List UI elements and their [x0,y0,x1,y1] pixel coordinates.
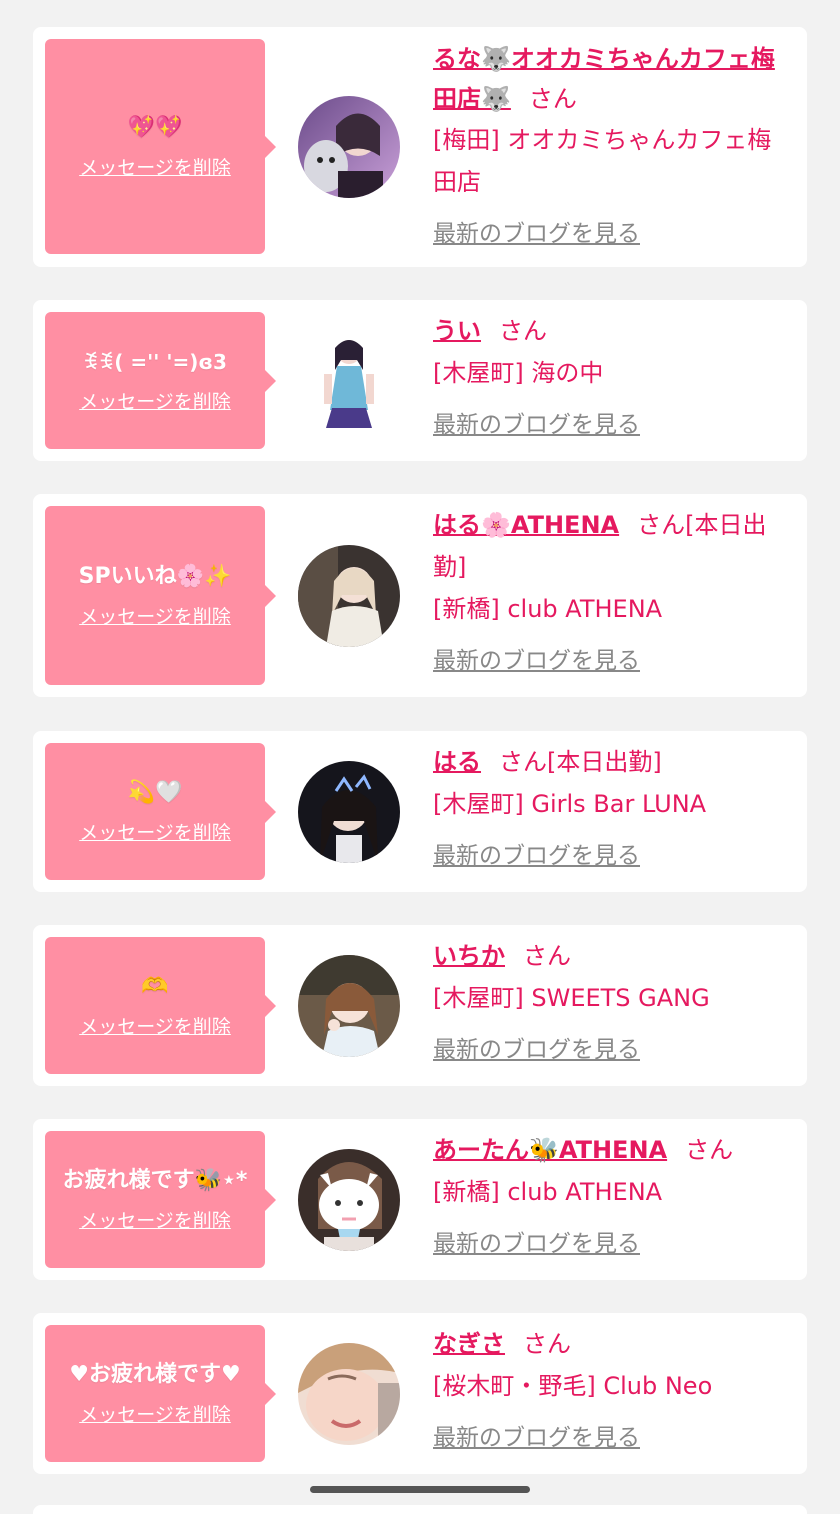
view-blog-link[interactable]: 最新のブログを見る [433,1223,640,1265]
member-suffix: さん [523,1330,571,1358]
home-indicator[interactable] [310,1486,530,1493]
message-text: 🫶 [141,973,169,999]
message-text: 💫🤍 [127,779,183,805]
avatar-photo [298,1343,400,1445]
shop-name: [新橋] club ATHENA [433,1178,663,1206]
member-info: はる さん[本日出勤] [木屋町] Girls Bar LUNA 最新のブログを見… [433,741,793,877]
shop-name: [木屋町] 海の中 [433,359,604,387]
avatar[interactable] [312,330,386,432]
shop-name: [木屋町] Girls Bar LUNA [433,790,707,818]
list-item: 💫🤍 メッセージを削除 はる さん[本日出勤] [木屋町] Girls Bar L… [33,731,807,892]
list-item: SPいいね🌸✨ メッセージを削除 はる🌸ATHENA さん[本日出勤] [新橋] … [33,494,807,697]
message-bubble: 💖💖 メッセージを削除 [45,39,276,254]
delete-message-link[interactable]: メッセージを削除 [79,604,231,630]
member-name-link[interactable]: いちか [433,942,505,970]
message-bubble: ꉂꉂ( ='' '=)ɞ3 メッセージを削除 [45,312,276,449]
avatar[interactable] [298,761,400,863]
member-info: あーたん🐝ATHENA さん [新橋] club ATHENA 最新のブログを見る [433,1129,793,1265]
delete-message-link[interactable]: メッセージを削除 [79,820,231,846]
list-item: 💖💖 メッセージを削除 るな🐺オオカミちゃんカフェ梅田店🐺 さん [梅田] オオ… [33,27,807,267]
member-info: るな🐺オオカミちゃんカフェ梅田店🐺 さん [梅田] オオカミちゃんカフェ梅田店 最… [433,39,793,255]
avatar-photo [298,955,400,1057]
message-bubble: SPいいね🌸✨ メッセージを削除 [45,506,276,685]
avatar[interactable] [298,545,400,647]
shop-name: [桜木町・野毛] Club Neo [433,1372,713,1400]
view-blog-link[interactable]: 最新のブログを見る [433,1417,640,1459]
avatar-photo [298,1149,400,1251]
member-suffix: さん[本日出勤] [499,748,662,776]
member-suffix: さん [499,317,547,345]
member-name-link[interactable]: うい [433,317,481,345]
view-blog-link[interactable]: 最新のブログを見る [433,213,640,255]
view-blog-link[interactable]: 最新のブログを見る [433,640,640,682]
delete-message-link[interactable]: メッセージを削除 [79,1402,231,1428]
avatar[interactable] [298,1149,400,1251]
list-item: ♥お疲れ様です♥ メッセージを削除 なぎさ さん [桜木町・野毛] Club Ne… [33,1313,807,1474]
member-name-link[interactable]: あーたん🐝ATHENA [433,1136,667,1164]
delete-message-link[interactable]: メッセージを削除 [79,1014,231,1040]
member-name-link[interactable]: はる🌸ATHENA [433,511,619,539]
list-item: 🫶 メッセージを削除 いちか さん [木屋町] SWEETS GANG 最新のブロ… [33,925,807,1086]
shop-name: [木屋町] SWEETS GANG [433,984,710,1012]
member-suffix: さん [523,942,571,970]
message-text: お疲れ様です🐝⋆* [62,1167,248,1193]
message-text: SPいいね🌸✨ [78,563,232,589]
member-name-link[interactable]: はる [433,748,481,776]
delete-message-link[interactable]: メッセージを削除 [79,155,231,181]
message-text: 💖💖 [127,114,183,140]
message-bubble: お疲れ様です🐝⋆* メッセージを削除 [45,1131,276,1268]
member-name-link[interactable]: なぎさ [433,1330,505,1358]
message-bubble: 💫🤍 メッセージを削除 [45,743,276,880]
view-blog-link[interactable]: 最新のブログを見る [433,1029,640,1071]
list-item: お疲れ様です🐝⋆* メッセージを削除 あーたん🐝ATHENA さん [新橋] cl… [33,1119,807,1280]
member-info: なぎさ さん [桜木町・野毛] Club Neo 最新のブログを見る [433,1323,793,1459]
member-suffix: さん [528,85,577,113]
view-blog-link[interactable]: 最新のブログを見る [433,404,640,446]
avatar-photo [298,545,400,647]
avatar-photo [312,330,386,432]
shop-name: [梅田] オオカミちゃんカフェ梅田店 [433,126,772,196]
avatar-photo [298,96,400,198]
list-item: ꉂꉂ( ='' '=)ɞ3 メッセージを削除 うい さん [木屋町] 海の中 最新… [33,300,807,461]
message-text: ♥お疲れ様です♥ [69,1361,241,1387]
member-info: はる🌸ATHENA さん[本日出勤] [新橋] club ATHENA 最新のブロ… [433,504,793,682]
favorites-list: 💖💖 メッセージを削除 るな🐺オオカミちゃんカフェ梅田店🐺 さん [梅田] オオ… [0,0,840,1514]
member-suffix: さん [685,1136,734,1164]
avatar-photo [298,761,400,863]
shop-name: [新橋] club ATHENA [433,595,663,623]
avatar[interactable] [298,955,400,1057]
member-name-link[interactable]: るな🐺オオカミちゃんカフェ梅田店🐺 [433,45,775,113]
list-item-partial [33,1505,807,1514]
avatar[interactable] [298,1343,400,1445]
delete-message-link[interactable]: メッセージを削除 [79,389,231,415]
avatar[interactable] [298,96,400,198]
message-text: ꉂꉂ( ='' '=)ɞ3 [83,349,227,374]
message-bubble: 🫶 メッセージを削除 [45,937,276,1074]
delete-message-link[interactable]: メッセージを削除 [79,1208,231,1234]
message-bubble: ♥お疲れ様です♥ メッセージを削除 [45,1325,276,1462]
view-blog-link[interactable]: 最新のブログを見る [433,835,640,877]
member-info: うい さん [木屋町] 海の中 最新のブログを見る [433,310,793,446]
member-info: いちか さん [木屋町] SWEETS GANG 最新のブログを見る [433,935,793,1071]
